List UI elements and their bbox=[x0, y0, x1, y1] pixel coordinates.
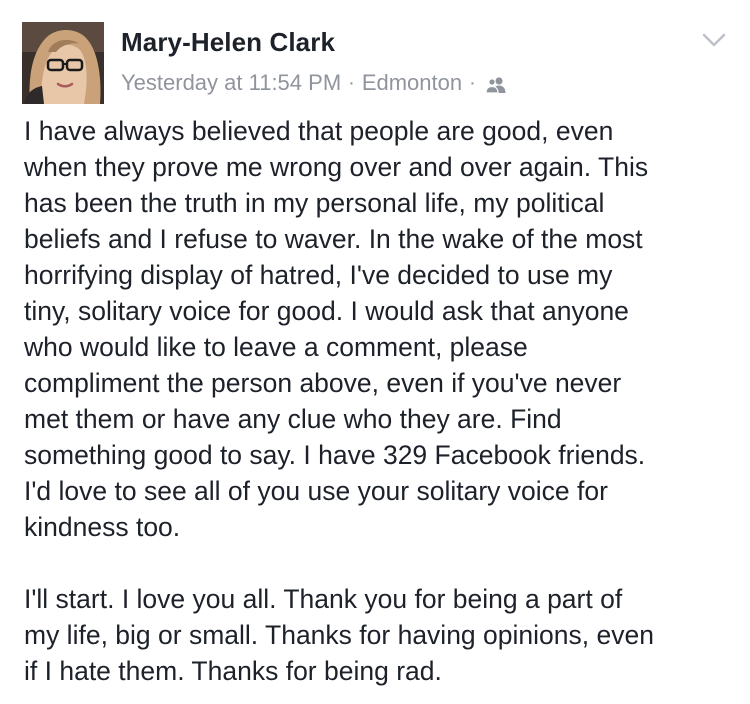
meta-separator: · bbox=[469, 71, 476, 94]
meta-separator: · bbox=[348, 71, 355, 94]
avatar-photo bbox=[22, 22, 104, 104]
post-location[interactable]: Edmonton bbox=[362, 70, 462, 96]
chevron-down-icon[interactable] bbox=[700, 30, 728, 50]
author-name[interactable]: Mary-Helen Clark bbox=[121, 27, 335, 58]
post-body: I have always believed that people are g… bbox=[24, 113, 736, 689]
friends-icon[interactable] bbox=[485, 74, 507, 94]
post-paragraph: I'll start. I love you all. Thank you fo… bbox=[24, 584, 654, 686]
avatar[interactable] bbox=[22, 22, 104, 104]
post-meta: Yesterday at 11:54 PM · Edmonton · bbox=[121, 70, 507, 96]
post-paragraph: I have always believed that people are g… bbox=[24, 116, 649, 542]
facebook-post: Mary-Helen Clark Yesterday at 11:54 PM ·… bbox=[0, 0, 750, 704]
post-timestamp[interactable]: Yesterday at 11:54 PM bbox=[121, 70, 341, 96]
